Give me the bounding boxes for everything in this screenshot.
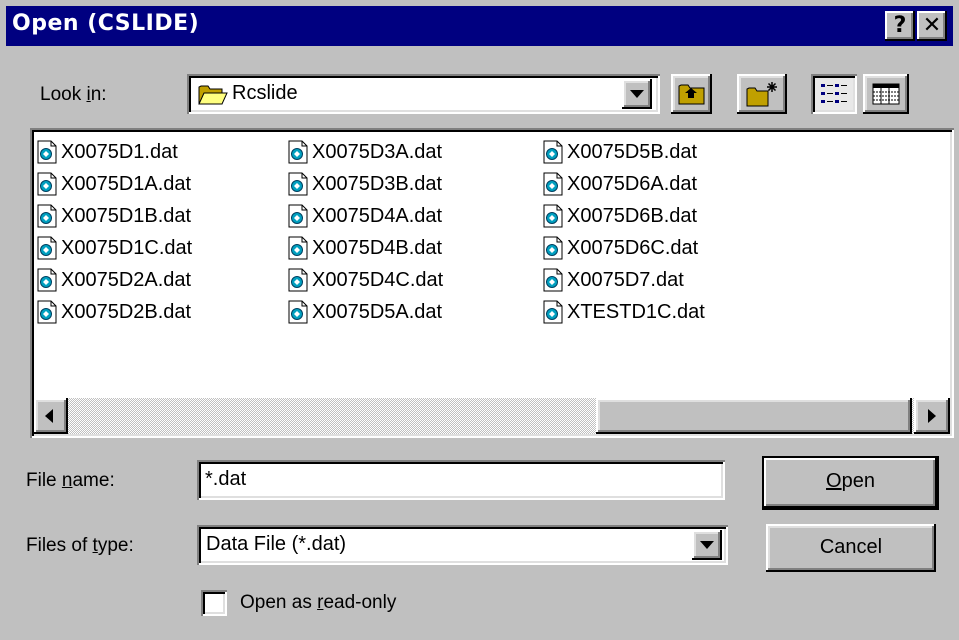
files-of-type-value: Data File (*.dat) bbox=[206, 533, 347, 555]
data-file-icon bbox=[288, 300, 308, 324]
file-item-label: X0075D4C.dat bbox=[312, 268, 444, 291]
file-item-label: X0075D6A.dat bbox=[567, 172, 698, 195]
file-item[interactable]: X0075D3B.dat bbox=[287, 168, 442, 200]
file-item-label: X0075D2A.dat bbox=[61, 268, 192, 291]
folder-open-icon bbox=[198, 85, 228, 105]
scroll-thumb[interactable] bbox=[596, 398, 912, 434]
file-item-label: X0075D3A.dat bbox=[312, 140, 443, 163]
data-file-icon bbox=[37, 204, 57, 228]
data-file-icon bbox=[37, 172, 57, 196]
data-file-icon bbox=[543, 236, 563, 260]
create-new-folder-button[interactable] bbox=[737, 74, 787, 114]
file-item[interactable]: X0075D1A.dat bbox=[36, 168, 191, 200]
open-button[interactable]: Open bbox=[764, 458, 937, 508]
data-file-icon bbox=[37, 236, 57, 260]
data-file-icon bbox=[37, 268, 57, 292]
data-file-icon bbox=[37, 140, 57, 164]
file-item-label: X0075D4B.dat bbox=[312, 236, 443, 259]
arrow-left-icon bbox=[45, 409, 53, 423]
files-of-type-dropdown[interactable]: Data File (*.dat) bbox=[197, 525, 728, 565]
list-view-icon bbox=[821, 84, 847, 103]
file-item[interactable]: X0075D1C.dat bbox=[36, 232, 192, 264]
file-item-label: X0075D5B.dat bbox=[567, 140, 698, 163]
file-item-label: X0075D1.dat bbox=[61, 140, 178, 163]
file-item-label: X0075D1B.dat bbox=[61, 204, 192, 227]
window-title: Open (CSLIDE) bbox=[12, 11, 200, 36]
file-item[interactable]: X0075D6C.dat bbox=[542, 232, 698, 264]
scroll-left-button[interactable] bbox=[34, 398, 68, 434]
read-only-checkbox[interactable] bbox=[201, 590, 227, 616]
file-item-label: X0075D5A.dat bbox=[312, 300, 443, 323]
data-file-icon bbox=[543, 204, 563, 228]
title-bar[interactable]: Open (CSLIDE) ? ✕ bbox=[6, 6, 953, 46]
cancel-button[interactable]: Cancel bbox=[766, 524, 936, 572]
look-in-value: Rcslide bbox=[232, 82, 298, 104]
look-in-dropdown-button[interactable] bbox=[622, 79, 652, 109]
file-item[interactable]: X0075D4C.dat bbox=[287, 264, 443, 296]
data-file-icon bbox=[37, 300, 57, 324]
file-item-label: X0075D2B.dat bbox=[61, 300, 192, 323]
files-of-type-label: Files of type: bbox=[26, 535, 134, 556]
up-one-level-button[interactable] bbox=[671, 74, 712, 114]
horizontal-scrollbar[interactable] bbox=[34, 398, 950, 434]
file-item-label: XTESTD1C.dat bbox=[567, 300, 705, 323]
data-file-icon bbox=[543, 172, 563, 196]
details-view-button[interactable] bbox=[863, 74, 909, 114]
data-file-icon bbox=[543, 300, 563, 324]
file-item[interactable]: X0075D4A.dat bbox=[287, 200, 442, 232]
files-of-type-dropdown-button[interactable] bbox=[692, 530, 722, 560]
file-item-label: X0075D1A.dat bbox=[61, 172, 192, 195]
file-item-label: X0075D4A.dat bbox=[312, 204, 443, 227]
data-file-icon bbox=[288, 236, 308, 260]
list-view-button[interactable] bbox=[811, 74, 857, 114]
file-item-label: X0075D6B.dat bbox=[567, 204, 698, 227]
data-file-icon bbox=[288, 140, 308, 164]
new-folder-icon bbox=[746, 82, 777, 107]
file-name-label: File name: bbox=[26, 470, 115, 491]
look-in-label: Look in: bbox=[40, 84, 107, 105]
file-item[interactable]: X0075D4B.dat bbox=[287, 232, 442, 264]
open-dialog: Open (CSLIDE) ? ✕ Look in: Rcslide X0075… bbox=[0, 0, 959, 640]
file-item[interactable]: X0075D6B.dat bbox=[542, 200, 697, 232]
data-file-icon bbox=[288, 204, 308, 228]
look-in-dropdown[interactable]: Rcslide bbox=[187, 74, 660, 114]
file-item-label: X0075D1C.dat bbox=[61, 236, 193, 259]
read-only-label[interactable]: Open as read-only bbox=[240, 592, 396, 614]
file-item-label: X0075D3B.dat bbox=[312, 172, 443, 195]
file-name-input[interactable]: *.dat bbox=[197, 460, 725, 500]
data-file-icon bbox=[288, 268, 308, 292]
file-item[interactable]: X0075D3A.dat bbox=[287, 136, 442, 168]
arrow-right-icon bbox=[928, 409, 936, 423]
file-list[interactable]: X0075D1.dat X0075D1A.dat X0075D1B.dat X0075… bbox=[30, 128, 954, 438]
close-icon: ✕ bbox=[922, 13, 942, 38]
help-button[interactable]: ? bbox=[885, 11, 915, 41]
details-view-icon bbox=[872, 83, 900, 105]
file-item-label: X0075D6C.dat bbox=[567, 236, 699, 259]
close-button[interactable]: ✕ bbox=[917, 11, 947, 41]
file-item[interactable]: X0075D5B.dat bbox=[542, 136, 697, 168]
file-item[interactable]: X0075D1B.dat bbox=[36, 200, 191, 232]
file-name-value: *.dat bbox=[205, 468, 247, 490]
file-item[interactable]: X0075D6A.dat bbox=[542, 168, 697, 200]
chevron-down-icon bbox=[630, 90, 644, 98]
file-item[interactable]: X0075D2B.dat bbox=[36, 296, 191, 328]
data-file-icon bbox=[543, 140, 563, 164]
scroll-right-button[interactable] bbox=[914, 398, 950, 434]
file-item[interactable]: X0075D5A.dat bbox=[287, 296, 442, 328]
file-item[interactable]: XTESTD1C.dat bbox=[542, 296, 705, 328]
file-item[interactable]: X0075D1.dat bbox=[36, 136, 178, 168]
data-file-icon bbox=[288, 172, 308, 196]
chevron-down-icon bbox=[700, 541, 714, 549]
file-item-label: X0075D7.dat bbox=[567, 268, 684, 291]
data-file-icon bbox=[543, 268, 563, 292]
file-item[interactable]: X0075D2A.dat bbox=[36, 264, 191, 296]
file-item[interactable]: X0075D7.dat bbox=[542, 264, 684, 296]
up-one-level-icon bbox=[678, 84, 705, 105]
help-icon: ? bbox=[893, 13, 907, 38]
